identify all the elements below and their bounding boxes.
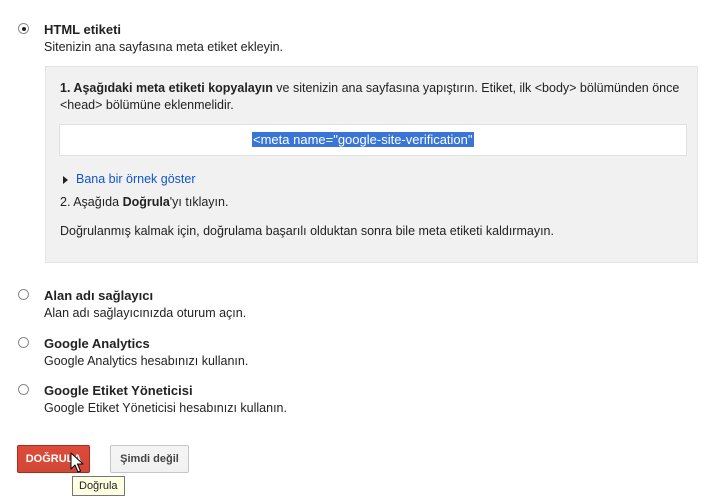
expand-arrow-icon[interactable]	[63, 175, 68, 184]
radio-tag-manager[interactable]	[18, 384, 29, 395]
step-1-text: 1. Aşağıdaki meta etiketi kopyalayın ve …	[60, 80, 685, 114]
meta-tag-field[interactable]: <meta name="google-site-verification"	[59, 124, 687, 156]
instructions-panel: 1. Aşağıdaki meta etiketi kopyalayın ve …	[45, 66, 698, 263]
step-2-suffix: 'yı tıklayın.	[169, 195, 229, 209]
option-description: Alan adı sağlayıcınızda oturum açın.	[44, 306, 247, 320]
show-example-toggle[interactable]: Bana bir örnek göster	[63, 172, 196, 186]
verify-tooltip: Doğrula	[72, 476, 125, 496]
option-description: Google Analytics hesabınızı kullanın.	[44, 354, 249, 368]
step-1-bold: 1. Aşağıdaki meta etiketi kopyalayın	[60, 81, 273, 95]
verification-note: Doğrulanmış kalmak için, doğrulama başar…	[60, 224, 554, 238]
not-now-button[interactable]: Şimdi değil	[110, 445, 189, 473]
option-title: Google Etiket Yöneticisi	[44, 383, 193, 398]
option-description: Sitenizin ana sayfasına meta etiket ekle…	[44, 40, 284, 54]
step-2-text: 2. Aşağıda Doğrula'yı tıklayın.	[60, 195, 228, 209]
option-description: Google Etiket Yöneticisi hesabınızı kull…	[44, 401, 287, 415]
meta-tag-code[interactable]: <meta name="google-site-verification"	[252, 132, 474, 147]
option-title: HTML etiketi	[44, 22, 122, 37]
option-title: Alan adı sağlayıcı	[44, 288, 154, 303]
radio-domain-provider[interactable]	[18, 289, 29, 300]
radio-google-analytics[interactable]	[18, 337, 29, 348]
show-example-link[interactable]: Bana bir örnek göster	[76, 172, 196, 186]
radio-html-tag[interactable]	[18, 23, 29, 34]
option-title: Google Analytics	[44, 336, 150, 351]
mouse-cursor-icon	[70, 452, 84, 473]
step-2-bold: Doğrula	[122, 195, 170, 209]
step-2-prefix: 2. Aşağıda	[60, 195, 123, 209]
